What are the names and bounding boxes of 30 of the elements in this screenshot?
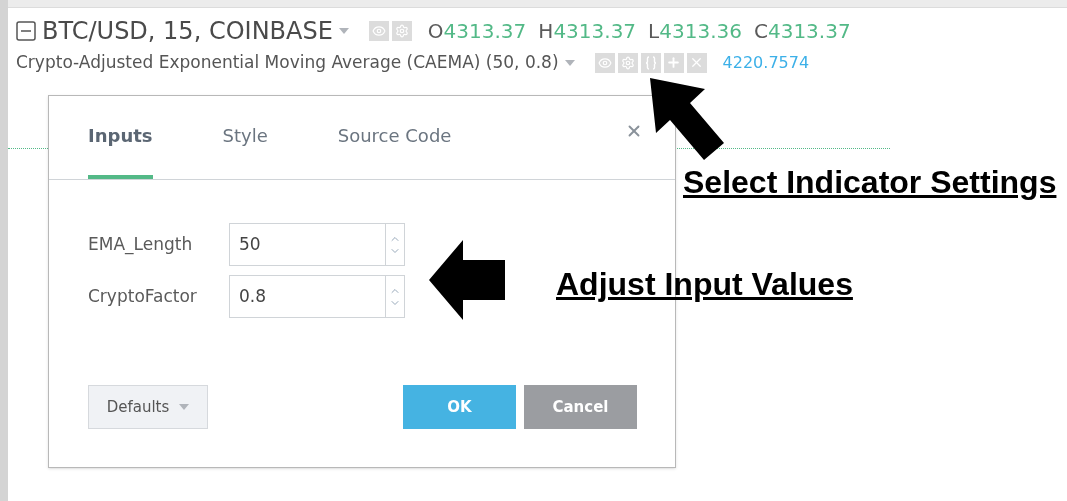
dialog-tab[interactable]: Style xyxy=(222,122,268,179)
number-field[interactable]: 0.8 xyxy=(229,275,405,318)
annotation-text: Select Indicator Settings xyxy=(683,163,1057,202)
ohlc-value: L4313.36 xyxy=(648,18,742,45)
settings-icon[interactable] xyxy=(617,52,638,73)
settings-icon[interactable] xyxy=(391,21,412,41)
add-icon[interactable] xyxy=(663,52,684,73)
ohlc-value: C4313.37 xyxy=(753,18,851,45)
symbol-title: BTC/USD, 15, COINBASE xyxy=(42,16,333,47)
eye-icon[interactable] xyxy=(368,21,389,41)
ohlc-value: H4313.37 xyxy=(538,18,637,45)
dialog-tab[interactable]: Inputs xyxy=(88,122,153,179)
annotation-text: Adjust Input Values xyxy=(556,265,853,304)
dialog-tab[interactable]: Source Code xyxy=(337,122,452,179)
arrow-icon xyxy=(649,77,725,161)
defaults-button[interactable]: Defaults xyxy=(88,385,208,429)
input-label: EMA_Length xyxy=(88,232,194,257)
indicator-value: 4220.7574 xyxy=(722,51,810,74)
caret-icon xyxy=(338,28,349,34)
indicator-title: Crypto-Adjusted Exponential Moving Average (CAEMA) (50, 0.8) xyxy=(16,51,559,74)
collapse-icon[interactable] xyxy=(16,21,36,41)
number-field[interactable]: 50 xyxy=(229,223,405,266)
close-icon[interactable] xyxy=(686,52,707,73)
caret-icon xyxy=(179,404,190,410)
braces-icon[interactable] xyxy=(640,52,661,73)
eye-icon[interactable] xyxy=(594,52,615,73)
arrow-icon xyxy=(429,240,505,320)
caret-icon xyxy=(564,59,575,66)
input-label: CryptoFactor xyxy=(88,284,198,308)
ohlc-value: O4313.37 xyxy=(427,18,527,45)
